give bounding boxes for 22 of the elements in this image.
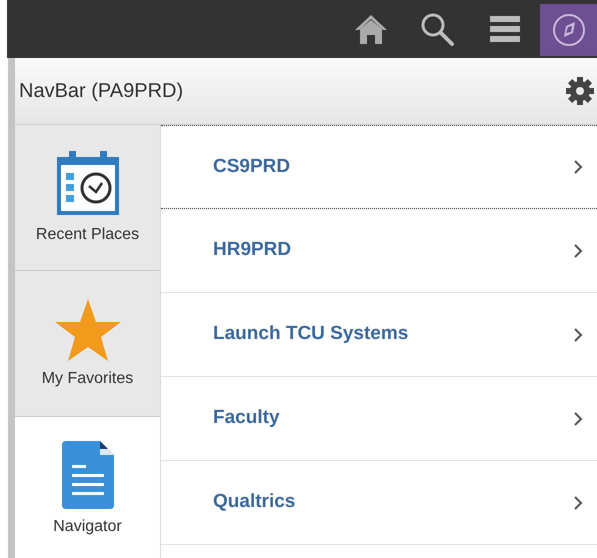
settings-icon[interactable] [565,76,595,106]
menu-icon[interactable] [490,15,520,43]
chevron-right-icon [573,326,583,342]
chevron-right-icon [573,410,583,426]
document-icon [62,440,114,508]
navigator-item[interactable]: Faculty [161,377,597,461]
star-icon [54,296,122,360]
compass-icon [552,13,586,47]
panel-title: NavBar (PA9PRD) [19,79,184,104]
search-icon[interactable] [420,12,454,46]
calendar-clock-icon [54,148,120,216]
navigator-item[interactable]: CS9PRD [161,125,597,209]
navigator-item[interactable]: HR9PRD [161,209,597,293]
chevron-right-icon [573,242,583,258]
sidebar-tab[interactable]: Recent Places [15,125,160,271]
chevron-right-icon [573,494,583,510]
navigator-item[interactable]: Launch TCU Systems [161,293,597,377]
sidebar-tab[interactable]: My Favorites [15,271,160,417]
navbar-button[interactable] [540,4,597,56]
navigator-item[interactable]: Qualtrics [161,461,597,545]
home-icon[interactable] [354,13,388,45]
chevron-right-icon [573,159,583,175]
